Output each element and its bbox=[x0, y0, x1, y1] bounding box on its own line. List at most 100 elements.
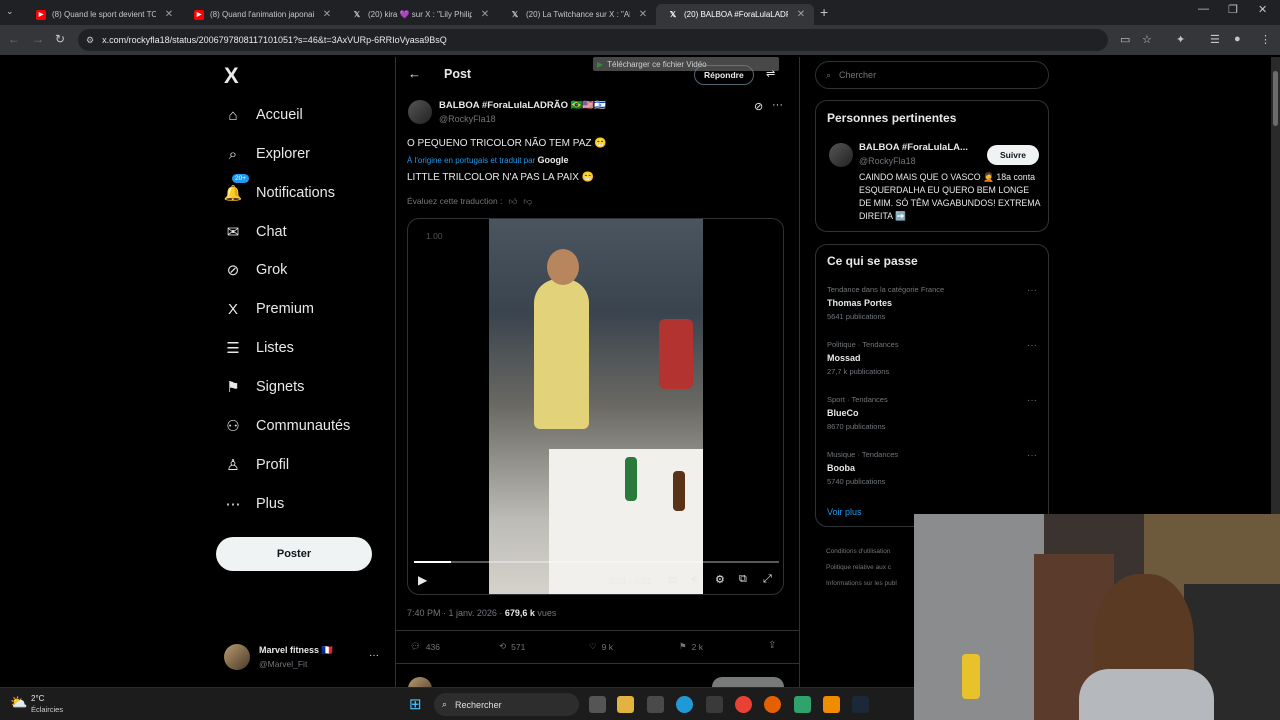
address-bar[interactable]: ⚙ x.com/rockyfla18/status/20067978081171… bbox=[78, 29, 1108, 51]
see-more-link[interactable]: Voir plus bbox=[827, 507, 862, 517]
bookmark-star-icon[interactable]: ☆ bbox=[1142, 33, 1152, 46]
like-action[interactable]: ♡ 9 k bbox=[589, 641, 613, 652]
account-more-icon[interactable]: ··· bbox=[369, 650, 379, 661]
grok-icon[interactable]: ⊘ bbox=[754, 100, 763, 113]
share-icon[interactable]: ⇪ bbox=[768, 640, 776, 651]
nav-item-signets[interactable]: ⚑ Signets bbox=[224, 372, 304, 402]
browser-tab-4[interactable]: 𝕏 (20) La Twitchance sur X : "ALER ✕ bbox=[498, 4, 656, 25]
app-icon[interactable] bbox=[647, 696, 664, 713]
chrome-icon[interactable] bbox=[735, 696, 752, 713]
window-close-icon[interactable]: ✕ bbox=[1258, 3, 1267, 16]
search-input[interactable]: ⌕ Chercher bbox=[815, 61, 1049, 89]
trend-more-icon[interactable]: ··· bbox=[1027, 395, 1037, 406]
nav-item-grok[interactable]: ⊘ Grok bbox=[224, 255, 288, 285]
thumbs-down-icon[interactable]: 👎︎ bbox=[523, 196, 532, 207]
task-view-icon[interactable] bbox=[589, 696, 606, 713]
post-button[interactable]: Poster bbox=[216, 537, 372, 571]
footer-link[interactable]: Informations sur les publ bbox=[826, 576, 897, 592]
nav-item-listes[interactable]: ☰ Listes bbox=[224, 333, 294, 363]
taskbar-search[interactable]: ⌕ Rechercher bbox=[434, 693, 579, 716]
trend-item[interactable]: Tendance dans la catégorie France Thomas … bbox=[827, 285, 1037, 321]
maximize-icon[interactable]: ❐ bbox=[1228, 3, 1238, 16]
site-info-icon[interactable]: ⚙ bbox=[86, 35, 94, 46]
reload-icon[interactable]: ↻ bbox=[55, 32, 65, 46]
browser-tab-3[interactable]: 𝕏 (20) kira 💜 sur X : "Lily Philips ✕ bbox=[340, 4, 498, 25]
more-options-icon[interactable]: ··· bbox=[772, 99, 783, 111]
minimize-icon[interactable]: — bbox=[1198, 3, 1209, 15]
avatar[interactable] bbox=[829, 143, 853, 167]
youtube-icon: ▶ bbox=[36, 9, 46, 20]
file-explorer-icon[interactable] bbox=[617, 696, 634, 713]
back-icon[interactable]: ← bbox=[8, 32, 20, 46]
trend-item[interactable]: Sport · Tendances BlueCo 8670 publications… bbox=[827, 395, 1037, 431]
browser-menu-icon[interactable]: ⋮ bbox=[1260, 33, 1271, 46]
firefox-icon[interactable] bbox=[764, 696, 781, 713]
translation-note-text[interactable]: À l'origine en portugais et traduit par bbox=[407, 156, 535, 165]
trend-item[interactable]: Politique · Tendances Mossad 27,7 k public… bbox=[827, 340, 1037, 376]
nav-item-premium[interactable]: X Premium bbox=[224, 294, 314, 324]
nav-item-plus[interactable]: ⋯ Plus bbox=[224, 489, 285, 519]
forward-icon[interactable]: → bbox=[32, 32, 44, 46]
close-icon[interactable]: ✕ bbox=[162, 9, 176, 20]
follow-button[interactable]: Suivre bbox=[987, 145, 1039, 165]
vlc-icon[interactable] bbox=[823, 696, 840, 713]
author-avatar[interactable] bbox=[408, 100, 432, 124]
close-icon[interactable]: ✕ bbox=[478, 9, 492, 20]
steam-icon[interactable] bbox=[852, 696, 869, 713]
person-handle[interactable]: @RockyFla18 bbox=[859, 156, 916, 166]
nav-item-communaut-s[interactable]: ⚇ Communautés bbox=[224, 411, 350, 441]
weather-icon[interactable]: ⛅ bbox=[10, 694, 27, 711]
video-progress-fill bbox=[414, 561, 451, 563]
repost-action[interactable]: ⟲ 571 bbox=[499, 641, 525, 652]
video-progress-track[interactable] bbox=[414, 561, 779, 563]
bookmark-action[interactable]: ⚑ 2 k bbox=[679, 641, 703, 652]
nav-item-notifications[interactable]: 🔔 20+ Notifications bbox=[224, 174, 335, 208]
author-handle[interactable]: @RockyFla18 bbox=[439, 114, 496, 124]
reply-submit-button[interactable] bbox=[712, 677, 784, 687]
timestamp-text[interactable]: 7:40 PM · 1 janv. 2026 · bbox=[407, 608, 505, 618]
scrollbar-thumb[interactable] bbox=[1273, 71, 1278, 126]
profile-icon[interactable]: ● bbox=[1234, 33, 1241, 45]
footer-link[interactable]: Politique relative aux c bbox=[826, 560, 897, 576]
fullscreen-icon[interactable]: ⤢ bbox=[763, 573, 772, 586]
trend-item[interactable]: Musique · Tendances Booba 5740 publication… bbox=[827, 450, 1037, 486]
reply-action[interactable]: 💬︎ 436 bbox=[410, 641, 440, 652]
trend-more-icon[interactable]: ··· bbox=[1027, 340, 1037, 351]
author-name[interactable]: BALBOA #ForaLulaLADRÃO 🇧🇷🇺🇸🇮🇱 bbox=[439, 100, 606, 111]
nav-item-explorer[interactable]: ⌕ Explorer bbox=[224, 139, 310, 169]
settings-gear-icon[interactable]: ⚙ bbox=[715, 573, 725, 586]
new-tab-button[interactable]: + bbox=[820, 4, 828, 20]
app-icon[interactable] bbox=[794, 696, 811, 713]
nav-item-chat[interactable]: ✉ Chat bbox=[224, 217, 287, 247]
video-player[interactable]: 1.00 ▶ 0:03 / 0:31 ▤ 🔊︎ ⚙ ⧉ ⤢ bbox=[407, 218, 784, 595]
person-name[interactable]: BALBOA #ForaLulaLA... bbox=[859, 142, 968, 153]
nav-item-accueil[interactable]: ⌂ Accueil bbox=[224, 100, 302, 130]
browser-tab-2[interactable]: ▶ (8) Quand l'animation japonaise ✕ bbox=[182, 4, 340, 25]
back-arrow-icon[interactable]: ← bbox=[408, 66, 421, 81]
windows-start-icon[interactable]: ⊞ bbox=[409, 695, 422, 713]
edge-icon[interactable] bbox=[676, 696, 693, 713]
close-icon[interactable]: ✕ bbox=[636, 9, 650, 20]
close-icon[interactable]: ✕ bbox=[794, 9, 808, 20]
account-switcher[interactable]: Marvel fitness 🇫🇷 @Marvel_Fit ··· bbox=[224, 642, 389, 674]
close-icon[interactable]: ✕ bbox=[320, 9, 334, 20]
browser-tab-1[interactable]: ▶ (8) Quand le sport devient TO ✕ bbox=[24, 4, 182, 25]
volume-icon[interactable]: 🔊︎ bbox=[691, 574, 697, 585]
app-icon[interactable] bbox=[706, 696, 723, 713]
download-video-overlay[interactable]: ▶ Télécharger ce fichier Vidéo bbox=[593, 57, 779, 71]
trend-more-icon[interactable]: ··· bbox=[1027, 450, 1037, 461]
pip-icon[interactable]: ⧉ bbox=[739, 573, 747, 586]
x-logo[interactable]: X bbox=[224, 63, 239, 89]
captions-icon[interactable]: ▤ bbox=[668, 574, 677, 585]
play-icon[interactable]: ▶ bbox=[418, 573, 427, 587]
thumbs-up-icon[interactable]: 👍︎ bbox=[508, 196, 517, 207]
tab-search-chevron-icon[interactable]: ⌄ bbox=[6, 6, 14, 17]
trend-meta: Tendance dans la catégorie France bbox=[827, 285, 945, 294]
trend-more-icon[interactable]: ··· bbox=[1027, 285, 1037, 296]
cast-icon[interactable]: ▭ bbox=[1120, 33, 1130, 46]
browser-tab-5-active[interactable]: 𝕏 (20) BALBOA #ForaLulaLADRÃO ✕ bbox=[656, 4, 814, 25]
footer-link[interactable]: Conditions d'utilisation bbox=[826, 544, 897, 560]
extensions-icon[interactable]: ✦ bbox=[1176, 33, 1185, 46]
tab-menu-icon[interactable]: ☰ bbox=[1210, 33, 1220, 46]
nav-item-profil[interactable]: ♙ Profil bbox=[224, 450, 289, 480]
